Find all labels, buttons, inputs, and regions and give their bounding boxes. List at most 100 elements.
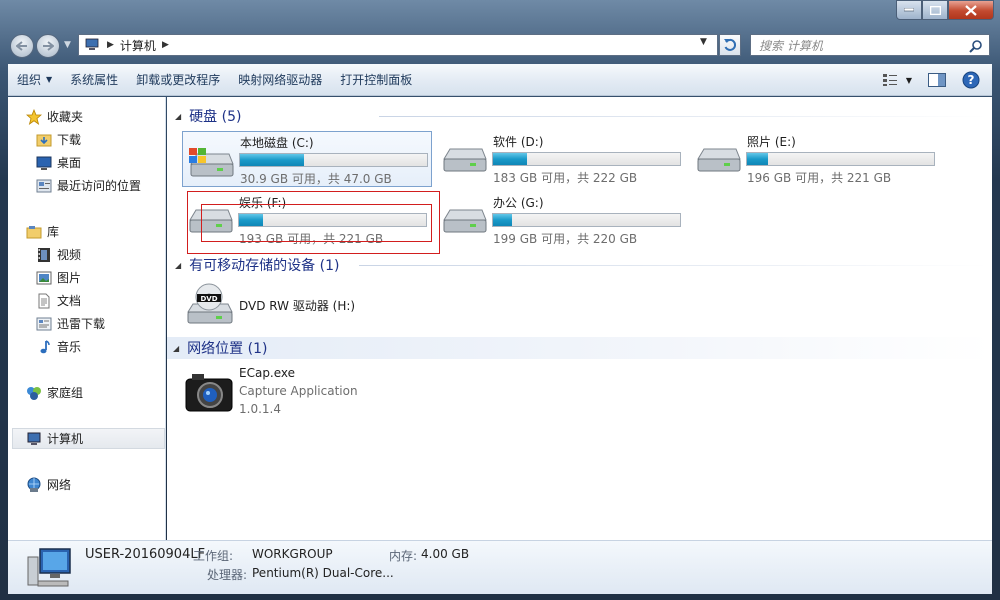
drive-name: 照片 (E:): [747, 135, 796, 149]
network-item-description: Capture Application: [239, 384, 358, 398]
workgroup-value: WORKGROUP: [252, 547, 333, 561]
nav-homegroup-label: 家庭组: [47, 386, 84, 400]
maximize-button[interactable]: [922, 0, 948, 20]
maximize-icon: [929, 5, 941, 15]
search-placeholder: 搜索 计算机: [759, 38, 823, 53]
memory-label: 内存:: [389, 549, 418, 563]
nav-pictures-label: 图片: [57, 271, 82, 285]
breadcrumb-separator-icon[interactable]: ▶: [107, 40, 114, 50]
hard-drive-icon: [697, 148, 741, 172]
nav-libraries-label: 库: [47, 225, 60, 239]
group-removable-storage[interactable]: ◢ 有可移动存储的设备 (1): [169, 255, 994, 275]
drive-usage-fill: [747, 153, 768, 165]
close-icon: [965, 4, 977, 16]
camera-icon: [185, 374, 233, 412]
nav-pictures[interactable]: 图片: [36, 267, 165, 288]
change-view-button[interactable]: ▼: [878, 68, 916, 92]
nav-music[interactable]: 音乐: [36, 336, 165, 357]
map-network-drive-button[interactable]: 映射网络驱动器: [229, 68, 331, 92]
content-pane: ◢ 硬盘 (5) 本地磁盘 (C:) 30.9 GB 可用，共 47.0 GB: [167, 97, 992, 540]
pictures-icon: [36, 270, 52, 286]
back-button[interactable]: [10, 34, 34, 58]
address-dropdown-icon[interactable]: ▼: [700, 37, 707, 47]
collapse-triangle-icon: ◢: [173, 343, 180, 353]
video-icon: [36, 247, 52, 263]
minimize-icon: [904, 8, 914, 12]
refresh-button[interactable]: [719, 34, 741, 56]
nav-desktop-label: 桌面: [57, 156, 82, 170]
window-controls: [896, 0, 994, 20]
drive-usage-fill: [493, 153, 527, 165]
breadcrumb-separator-icon[interactable]: ▶: [162, 40, 169, 50]
chevron-down-icon: ▼: [46, 75, 53, 84]
nav-thunder-label: 迅雷下载: [57, 317, 106, 331]
breadcrumb-computer[interactable]: 计算机: [120, 37, 156, 54]
network-item-name: ECap.exe: [239, 366, 296, 380]
details-pane: USER-20160904LF 工作组: WORKGROUP 内存: 4.00 …: [8, 540, 992, 594]
drive-usage-bar: [746, 152, 935, 166]
nav-downloads[interactable]: 下载: [36, 129, 165, 150]
documents-icon: [36, 293, 52, 309]
computer-icon: [27, 548, 71, 587]
nav-recent-places[interactable]: 最近访问的位置: [36, 175, 165, 196]
nav-downloads-label: 下载: [57, 133, 82, 147]
group-network-location[interactable]: ◢ 网络位置 (1): [167, 337, 992, 359]
svg-text:?: ?: [968, 73, 975, 87]
dvd-drive-name: DVD RW 驱动器 (H:): [239, 299, 356, 313]
nav-libraries[interactable]: 库: [26, 221, 165, 242]
system-properties-button[interactable]: 系统属性: [61, 68, 127, 92]
nav-network[interactable]: 网络: [26, 474, 165, 495]
drive-usage-fill: [240, 154, 304, 166]
close-button[interactable]: [948, 0, 994, 20]
desktop-icon: [36, 155, 52, 171]
nav-network-label: 网络: [47, 478, 72, 492]
organize-button[interactable]: 组织 ▼: [8, 68, 61, 92]
navigation-pane: 收藏夹 下载 桌面 最近访问的位置 库 视频 图片 文档 迅雷下载 音乐 家庭组…: [8, 97, 166, 540]
drive-size-text: 196 GB 可用，共 221 GB: [747, 171, 892, 185]
drive-g[interactable]: 办公 (G:) 199 GB 可用，共 220 GB: [436, 192, 686, 248]
nav-computer[interactable]: 计算机: [12, 428, 165, 449]
open-control-panel-button[interactable]: 打开控制面板: [331, 68, 421, 92]
nav-desktop[interactable]: 桌面: [36, 152, 165, 173]
preview-pane-button[interactable]: [924, 68, 950, 92]
computer-name: USER-20160904LF: [85, 547, 206, 562]
hard-drive-icon: [443, 209, 487, 233]
hard-drive-icon: [443, 148, 487, 172]
drive-name: 本地磁盘 (C:): [240, 136, 314, 150]
view-list-icon: [882, 74, 897, 86]
uninstall-program-button[interactable]: 卸载或更改程序: [127, 68, 229, 92]
drive-usage-fill: [493, 214, 512, 226]
highlight-box-inner: [201, 204, 432, 242]
drive-e[interactable]: 照片 (E:) 196 GB 可用，共 221 GB: [690, 131, 940, 187]
group-removable-label: 有可移动存储的设备 (1): [189, 258, 340, 274]
drive-c[interactable]: 本地磁盘 (C:) 30.9 GB 可用，共 47.0 GB: [182, 131, 432, 187]
recent-pages-dropdown-icon[interactable]: ▼: [64, 40, 71, 50]
nav-homegroup[interactable]: 家庭组: [26, 382, 165, 403]
thunder-library-icon: [36, 316, 52, 332]
drive-d[interactable]: 软件 (D:) 183 GB 可用，共 222 GB: [436, 131, 686, 187]
help-icon: ?: [962, 71, 980, 89]
group-hard-drives-label: 硬盘 (5): [189, 109, 242, 125]
nav-thunder-downloads[interactable]: 迅雷下载: [36, 313, 165, 334]
nav-videos[interactable]: 视频: [36, 244, 165, 265]
group-divider: [379, 116, 988, 117]
computer-icon: [26, 431, 42, 447]
window-frame: ▼ ▶ 计算机 ▶ ▼ 搜索 计算机 组织 ▼ 系统属性 卸载或更改程序 映射网络…: [0, 0, 1000, 600]
library-icon: [26, 224, 42, 240]
search-input[interactable]: 搜索 计算机: [750, 34, 990, 56]
forward-button[interactable]: [36, 34, 60, 58]
group-divider: [359, 265, 988, 266]
nav-favorites[interactable]: 收藏夹: [26, 106, 165, 127]
preview-pane-icon: [928, 73, 946, 87]
search-icon[interactable]: [969, 39, 983, 56]
nav-documents[interactable]: 文档: [36, 290, 165, 311]
nav-documents-label: 文档: [57, 294, 82, 308]
command-bar: 组织 ▼ 系统属性 卸载或更改程序 映射网络驱动器 打开控制面板 ▼ ?: [8, 64, 992, 96]
address-bar[interactable]: ▶ 计算机 ▶: [78, 34, 718, 56]
drive-size-text: 183 GB 可用，共 222 GB: [493, 171, 638, 185]
help-button[interactable]: ?: [958, 68, 984, 92]
group-hard-drives[interactable]: ◢ 硬盘 (5): [169, 106, 994, 126]
recent-places-icon: [36, 178, 52, 194]
minimize-button[interactable]: [896, 0, 922, 20]
back-arrow-icon: [16, 41, 27, 51]
